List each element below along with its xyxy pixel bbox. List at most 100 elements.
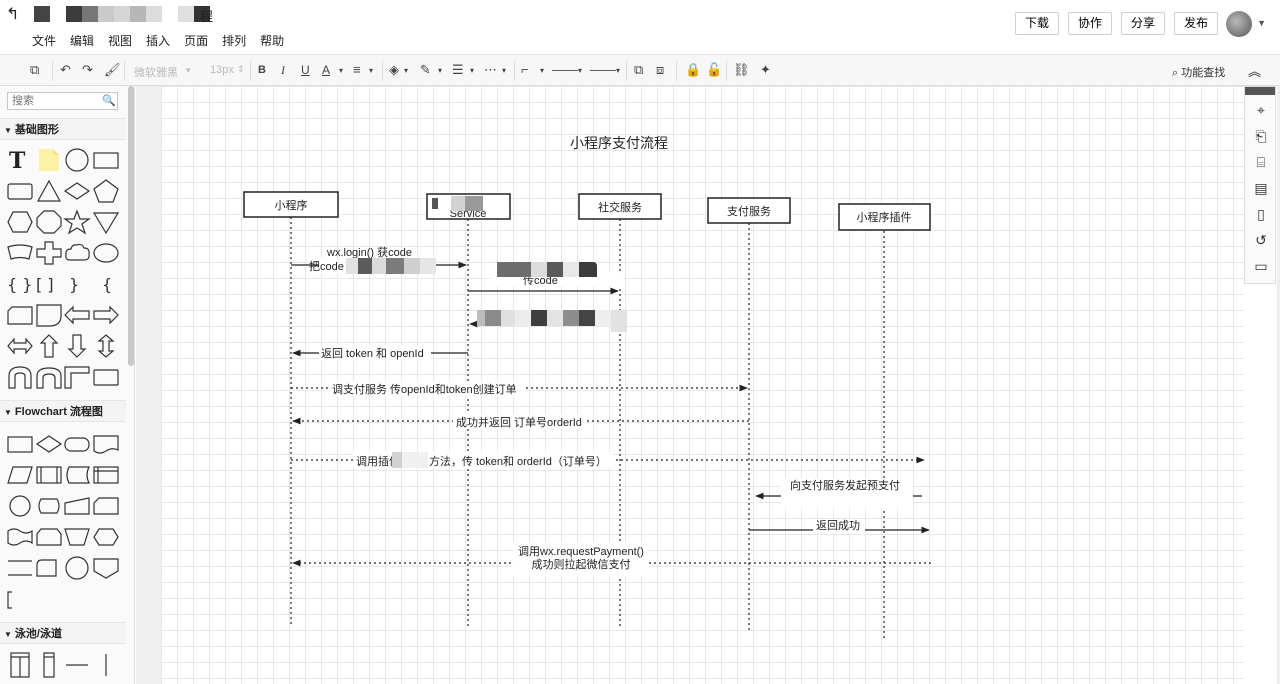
chevron-down-icon[interactable]: ▾ <box>404 66 408 75</box>
inverted-triangle-shape[interactable] <box>92 209 120 235</box>
font-size-select[interactable]: 13px <box>210 64 234 76</box>
decision-shape[interactable] <box>35 431 63 457</box>
diagram-page[interactable]: 小程序支付流程 小程序 Service 社交服务 支付服务 小程序插件 wx.l… <box>161 86 1244 684</box>
share-button[interactable]: 分享 <box>1120 12 1165 35</box>
download-button[interactable]: 下载 <box>1014 12 1059 35</box>
publish-button[interactable]: 发布 <box>1173 12 1218 35</box>
hexagon-shape[interactable] <box>6 209 34 235</box>
diamond-shape[interactable] <box>63 178 91 204</box>
send-to-back-icon[interactable]: ⧈ <box>656 62 664 78</box>
down-arrow-shape[interactable] <box>63 333 91 359</box>
parallel-mode-shape[interactable] <box>6 555 34 581</box>
manual-operation-shape[interactable] <box>63 524 91 550</box>
pentagon-shape[interactable] <box>92 178 120 204</box>
on-page-reference-shape[interactable] <box>63 555 91 581</box>
menu-view[interactable]: 视图 <box>108 32 132 49</box>
braces-shape[interactable]: { } <box>6 271 34 297</box>
line-color-icon[interactable]: ✎ <box>420 62 431 78</box>
right-brace-shape[interactable]: } <box>63 271 91 297</box>
up-arrow-shape[interactable] <box>35 333 63 359</box>
arch-shape[interactable] <box>35 364 63 390</box>
undo-icon[interactable]: ↶ <box>60 62 71 78</box>
process-shape[interactable] <box>6 431 34 457</box>
wide-rectangle-shape[interactable] <box>92 364 120 390</box>
chevron-down-icon[interactable]: ▾ <box>339 66 343 75</box>
terminator-shape[interactable] <box>63 431 91 457</box>
chevron-down-icon[interactable]: ▾ <box>616 66 620 75</box>
text-shape[interactable]: T <box>6 147 34 174</box>
back-arrow-icon[interactable]: ↰ <box>6 6 22 24</box>
avatar[interactable] <box>1226 11 1252 37</box>
section-flowchart[interactable]: ▼ Flowchart 流程图 <box>0 400 126 422</box>
delay-shape[interactable] <box>35 302 63 328</box>
data-shape[interactable] <box>6 462 34 488</box>
curved-banner-shape[interactable] <box>6 240 34 266</box>
italic-icon[interactable]: I <box>281 63 285 78</box>
format-painter-icon[interactable]: 🖌 <box>104 62 121 78</box>
left-brace-shape[interactable]: { <box>92 271 120 297</box>
circle-shape[interactable] <box>63 147 91 173</box>
menu-arrange[interactable]: 排列 <box>222 32 246 49</box>
redo-icon[interactable]: ↷ <box>82 62 93 78</box>
menu-help[interactable]: 帮助 <box>260 32 284 49</box>
preparation-shape[interactable] <box>92 524 120 550</box>
octagon-shape[interactable] <box>35 209 63 235</box>
collaborate-button[interactable]: 协作 <box>1067 12 1112 35</box>
page-setup-icon[interactable]: ⌸ <box>1252 153 1270 171</box>
bring-to-front-icon[interactable]: ⧉ <box>634 62 643 78</box>
style-icon[interactable]: ⎗ <box>1252 127 1270 145</box>
connector-circle-shape[interactable] <box>6 493 34 519</box>
menu-edit[interactable]: 编辑 <box>70 32 94 49</box>
separator-vertical-shape[interactable] <box>92 652 120 678</box>
document-title-redacted[interactable] <box>34 5 210 23</box>
collapse-toolbar-icon[interactable]: ︽ <box>1248 61 1261 80</box>
align-icon[interactable]: ≡ <box>353 62 361 77</box>
predefined-process-shape[interactable] <box>35 462 63 488</box>
separator-horizontal-shape[interactable] <box>63 652 91 678</box>
menu-insert[interactable]: 插入 <box>146 32 170 49</box>
pool-vertical-shape[interactable] <box>6 652 34 678</box>
punched-tape-shape[interactable] <box>6 524 34 550</box>
lane-vertical-shape[interactable] <box>35 652 63 678</box>
triangle-shape[interactable] <box>35 178 63 204</box>
chevron-down-icon[interactable]: ▾ <box>438 66 442 75</box>
magic-wand-icon[interactable]: ✦ <box>760 62 771 78</box>
search-icon[interactable]: 🔍 <box>102 94 116 107</box>
connector-type-icon[interactable]: ⌐ <box>521 62 529 77</box>
feature-search-button[interactable]: ⌕ 功能查找 <box>1172 64 1225 80</box>
right-arrow-shape[interactable] <box>92 302 120 328</box>
sequence-diagram[interactable]: 小程序支付流程 小程序 Service 社交服务 支付服务 小程序插件 wx.l… <box>161 86 1244 684</box>
chevron-down-icon[interactable]: ▾ <box>186 65 191 76</box>
delay-flow-shape[interactable] <box>35 555 63 581</box>
chevron-down-icon[interactable]: ▼ <box>1257 18 1266 28</box>
vertical-double-arrow-shape[interactable] <box>92 333 120 359</box>
chevron-down-icon[interactable]: ▾ <box>540 66 544 75</box>
chevron-down-icon[interactable]: ▾ <box>502 66 506 75</box>
u-turn-arrow-shape[interactable] <box>6 364 34 390</box>
loop-limit-shape[interactable] <box>35 524 63 550</box>
menu-page[interactable]: 页面 <box>184 32 208 49</box>
direct-data-shape[interactable] <box>35 493 63 519</box>
note-shape[interactable] <box>35 147 63 173</box>
section-swimlanes[interactable]: ▼ 泳池/泳道 <box>0 622 126 644</box>
rounded-rectangle-shape[interactable] <box>6 178 34 204</box>
chevron-down-icon[interactable]: ▾ <box>470 66 474 75</box>
left-arrow-shape[interactable] <box>63 302 91 328</box>
document-shape[interactable] <box>92 431 120 457</box>
corner-shape[interactable] <box>63 364 91 390</box>
diagram-title[interactable]: 小程序支付流程 <box>570 135 668 151</box>
fill-color-icon[interactable]: ◈ <box>389 62 399 78</box>
layers-icon[interactable]: ▤ <box>1252 179 1270 197</box>
card-flow-shape[interactable] <box>92 493 120 519</box>
sidebar-scrollbar[interactable] <box>128 86 134 366</box>
bold-icon[interactable]: B <box>258 64 266 76</box>
rectangle-shape[interactable] <box>92 147 120 173</box>
format-panel-icon[interactable]: ⧉ <box>30 62 39 78</box>
line-start-icon[interactable]: —— <box>552 62 578 77</box>
navigator-icon[interactable]: ⌖ <box>1252 101 1270 119</box>
lock-icon[interactable]: 🔒 <box>685 62 701 78</box>
page-icon[interactable]: ▯ <box>1252 205 1270 223</box>
comment-icon[interactable]: ▭ <box>1252 257 1270 275</box>
font-family-select[interactable]: 微软雅黑 <box>134 64 178 80</box>
manual-input-shape[interactable] <box>63 493 91 519</box>
